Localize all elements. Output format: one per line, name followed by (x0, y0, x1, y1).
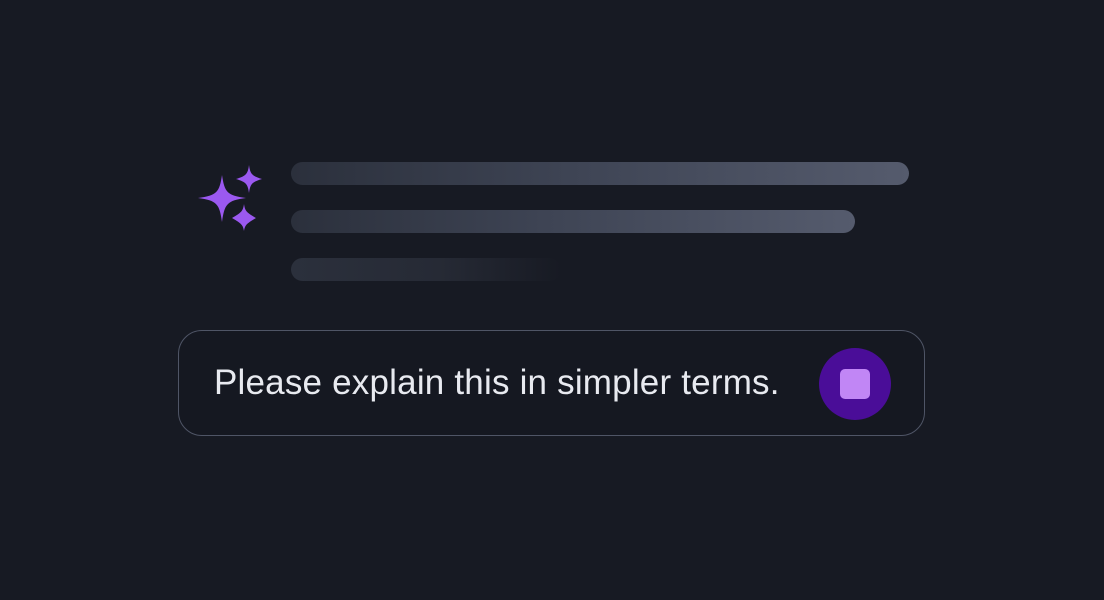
prompt-message-text: Please explain this in simpler terms. (214, 363, 780, 402)
ai-chat-screen: Please explain this in simpler terms. (0, 0, 1104, 600)
stop-generation-button[interactable] (819, 348, 891, 420)
stop-icon (840, 369, 870, 399)
sparkles-icon (196, 164, 268, 236)
response-skeleton-line (291, 162, 909, 185)
response-skeleton-line (291, 258, 561, 281)
prompt-composer[interactable]: Please explain this in simpler terms. (178, 330, 925, 436)
response-skeleton-line (291, 210, 855, 233)
